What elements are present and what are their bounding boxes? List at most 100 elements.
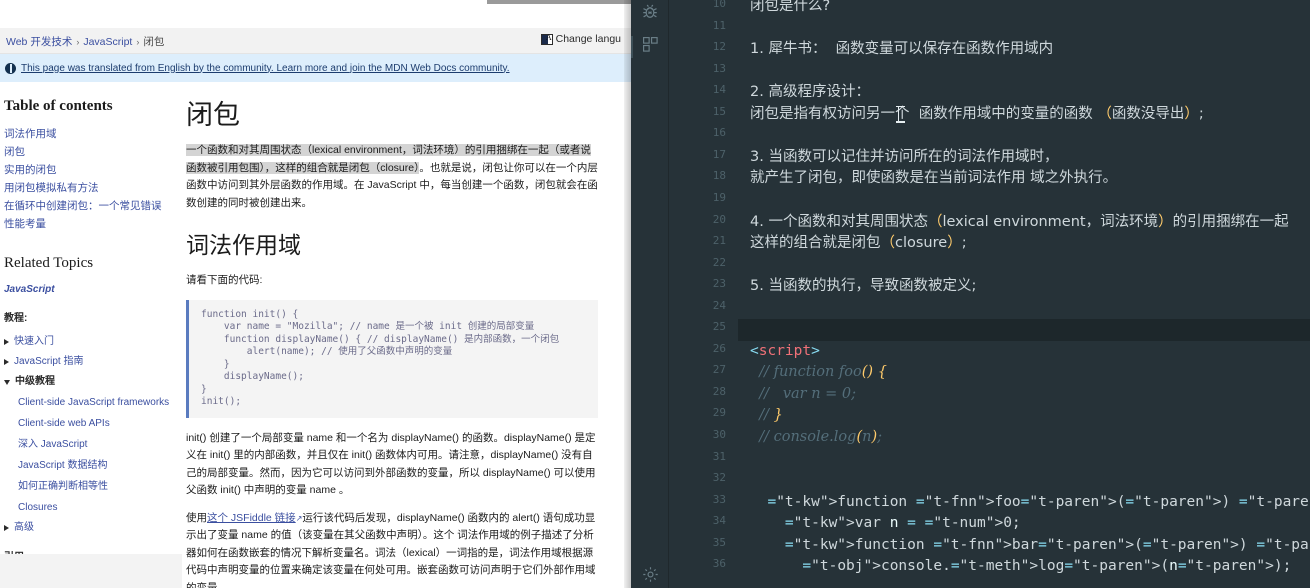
editor-line[interactable]: 3. 当函数可以记住并访问所在的词法作用域时，: [750, 147, 1058, 169]
editor-line[interactable]: ="t-kw">function ="t-fnn">bar="t-paren">…: [750, 535, 1310, 557]
line-number: 32: [712, 471, 726, 485]
tree-child-deep-javascript[interactable]: 深入 JavaScript: [4, 434, 176, 455]
editor-line[interactable]: // var n = 0;: [750, 384, 856, 406]
code-line: displayName();: [201, 371, 304, 383]
activity-bar: [631, 0, 669, 588]
line-number: 12: [712, 40, 726, 54]
tree-item-label: 中级教程: [15, 376, 55, 387]
debug-icon[interactable]: [639, 1, 661, 23]
editor-gutter: 10 11 12 13 14 15 16 17 18 19 20 21 22 23 24 25 26 27 28 29…: [669, 0, 738, 588]
editor-line[interactable]: // function foo() {: [750, 362, 887, 384]
line-number: 16: [712, 126, 726, 140]
line-number: 33: [712, 492, 726, 506]
code-line: init();: [201, 396, 242, 408]
related-javascript-label[interactable]: JavaScript: [4, 284, 176, 295]
editor-line[interactable]: 闭包是什么?: [750, 0, 830, 18]
toc-item-private-methods[interactable]: 用闭包模拟私有方法: [4, 179, 176, 197]
browser-top-blank: [0, 0, 631, 28]
text-cursor-ibeam: [896, 105, 907, 123]
editor-line[interactable]: 闭包是指有权访问另一个 函数作用域中的变量的函数 （函数没导出）;: [750, 104, 1204, 126]
horizontal-scrollbar-nub[interactable]: [487, 0, 631, 4]
toc-title: Table of contents: [4, 98, 113, 114]
line-number: 21: [712, 234, 726, 248]
jsfiddle-link[interactable]: 这个 JSFiddle 链接: [207, 512, 296, 524]
section-heading-lexical-scope: 词法作用域: [186, 233, 301, 259]
code-line: function displayName() { // displayName(…: [201, 333, 560, 345]
page-title: 闭包: [186, 100, 240, 130]
code-line: function init() {: [201, 308, 299, 320]
editor-line[interactable]: 2. 高级程序设计：: [750, 82, 870, 104]
toc-item-performance[interactable]: 性能考量: [4, 215, 176, 233]
related-topics-title: Related Topics: [4, 255, 94, 271]
code-editor-pane: 10 11 12 13 14 15 16 17 18 19 20 21 22 23 24 25 26 27 28 29…: [631, 0, 1310, 588]
line-number: 28: [712, 384, 726, 398]
article-content: 闭包 一个函数和对其周围状态（lexical environment，词法环境）…: [182, 84, 624, 588]
editor-line[interactable]: // console.log(n);: [750, 427, 882, 449]
line-number: 10: [712, 0, 726, 10]
line-number: 20: [712, 212, 726, 226]
editor-line[interactable]: ="t-kw">var n = ="t-num">0;: [750, 513, 1021, 535]
line-number: 11: [712, 18, 726, 32]
editor-line[interactable]: 这样的组合就是闭包（closure）;: [750, 233, 967, 255]
tree-child-client-side-web-apis[interactable]: Client-side web APIs: [4, 413, 176, 434]
line-number: 30: [712, 428, 726, 441]
chevron-right-icon: [4, 525, 9, 531]
line-number: 34: [712, 514, 726, 528]
tree-item-js-guide[interactable]: JavaScript 指南: [4, 352, 176, 372]
tree-child-closures[interactable]: Closures: [4, 497, 176, 518]
active-line-highlight: [738, 319, 1310, 341]
editor-line[interactable]: // }: [750, 405, 783, 427]
breadcrumb-item-javascript[interactable]: JavaScript: [83, 36, 132, 48]
editor-line[interactable]: ="t-kw">function ="t-fnn">foo="t-paren">…: [750, 492, 1310, 514]
table-of-contents-sidebar: Table of contents 词法作用域 闭包 实用的闭包 用闭包模拟私有…: [0, 84, 182, 588]
line-number: 35: [712, 535, 726, 549]
line-number: 23: [712, 277, 726, 291]
translation-notice-text[interactable]: This page was translated from English by…: [21, 63, 510, 74]
breadcrumb-bar: Web 开发技术›JavaScript›闭包 Change langu: [0, 28, 631, 54]
editor-line[interactable]: 就产生了闭包，即使函数是在当前词法作用 域之外执行。: [750, 168, 1117, 190]
paragraph-jsfiddle: 使用这个 JSFiddle 链接↗运行该代码后发现，displayName() …: [186, 510, 598, 588]
toc-item-closure[interactable]: 闭包: [4, 143, 176, 161]
code-block-init[interactable]: function init() { var name = "Mozilla"; …: [186, 299, 598, 418]
line-number: 13: [712, 61, 726, 75]
screen: Web 开发技术›JavaScript›闭包 Change langu This…: [0, 0, 1310, 588]
line-number: 14: [712, 83, 726, 97]
tree-child-equality[interactable]: 如何正确判断相等性: [4, 476, 176, 497]
breadcrumb-item-web[interactable]: Web 开发技术: [6, 36, 72, 48]
breadcrumb-separator: ›: [76, 37, 80, 47]
chevron-right-icon: [4, 359, 9, 365]
editor-code-area[interactable]: 闭包是什么? 1. 犀牛书： 函数变量可以保存在函数作用域内 2. 高级程序设计：闭…: [738, 0, 1310, 588]
editor-line[interactable]: <script>: [750, 341, 820, 363]
activity-bar-accent: [631, 36, 633, 58]
tree-child-data-structures[interactable]: JavaScript 数据结构: [4, 455, 176, 476]
editor-line[interactable]: 1. 犀牛书： 函数变量可以保存在函数作用域内: [750, 39, 1053, 61]
editor-line[interactable]: 5. 当函数的执行，导致函数被定义;: [750, 276, 976, 298]
tree-item-label: 高级: [14, 522, 34, 533]
toc-item-lexical-scope[interactable]: 词法作用域: [4, 125, 176, 143]
editor-line[interactable]: 4. 一个函数和对其周围状态（lexical environment，词法环境）…: [750, 212, 1289, 234]
line-number: 36: [712, 557, 726, 571]
toc-item-practical-closure[interactable]: 实用的闭包: [4, 161, 176, 179]
browser-edge-shadow: [624, 0, 631, 588]
breadcrumb: Web 开发技术 › JavaScript › 闭包: [6, 34, 164, 49]
tree-item-advanced[interactable]: 高级: [4, 518, 176, 538]
breadcrumb-item-current: 闭包: [143, 36, 165, 48]
browser-pane: Web 开发技术›JavaScript›闭包 Change langu This…: [0, 0, 631, 588]
change-language-button[interactable]: Change langu: [540, 33, 621, 45]
code-line: var name = "Mozilla"; // name 是一个被 init …: [201, 321, 535, 333]
paragraph-after-code: init() 创建了一个局部变量 name 和一个名为 displayName(…: [186, 431, 596, 497]
line-number: 18: [712, 169, 726, 183]
toc-item-closures-in-loops[interactable]: 在循环中创建闭包：一个常见错误: [4, 197, 176, 215]
editor-line[interactable]: ="t-obj">console.="t-meth">log="t-paren"…: [750, 556, 1291, 578]
line-number: 15: [712, 104, 726, 118]
translate-icon: [540, 33, 553, 45]
breadcrumb-separator: ›: [136, 37, 140, 47]
intro-paragraph: 一个函数和对其周围状态（lexical environment，词法环境）的引用…: [186, 142, 598, 212]
settings-gear-icon[interactable]: [639, 563, 661, 585]
tree-child-client-side-frameworks[interactable]: Client-side JavaScript frameworks: [4, 392, 176, 413]
tree-item-quickstart[interactable]: 快速入门: [4, 332, 176, 352]
chevron-down-icon: [4, 379, 10, 385]
extensions-icon[interactable]: [639, 33, 661, 55]
tree-item-intermediate[interactable]: 中级教程: [4, 372, 176, 392]
change-language-label: Change langu: [555, 33, 621, 45]
